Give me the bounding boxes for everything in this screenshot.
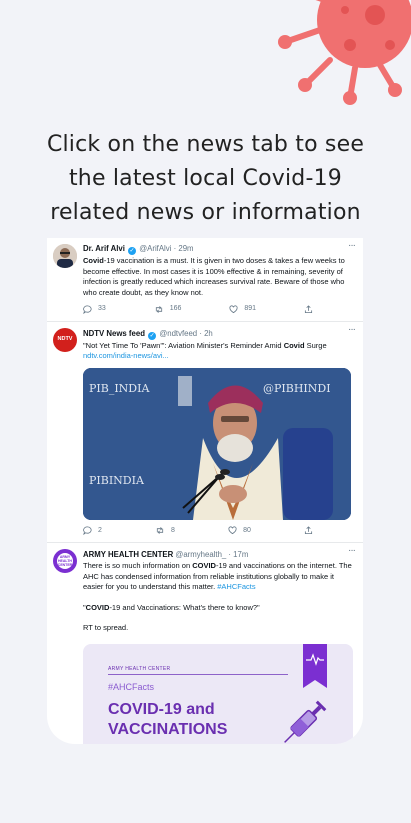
tweet-photo[interactable]: PIB_INDIA @PIBHINDI PIBINDIA [83, 367, 351, 520]
share-button[interactable] [304, 526, 313, 535]
tweet-text: There is so much information on COVID-19… [83, 561, 355, 593]
tweet-time: · 17m [228, 550, 249, 559]
headline-line-1: Click on the news tab to see [46, 132, 365, 157]
keyword: COVID [85, 602, 110, 612]
tweet-text-pre: There is so much information on [83, 561, 193, 570]
tweet-text: "Not Yet Time To 'Pawn'": Aviation Minis… [83, 341, 355, 352]
tweet-time: · 2h [199, 328, 213, 338]
tweet-time: · 29m [173, 244, 194, 253]
photo-watermark-left: PIB_INDIA [89, 381, 150, 395]
tweet-text-post: Surge [304, 340, 327, 350]
keyword: Covid [83, 256, 104, 265]
author-handle[interactable]: @armyhealth_ [175, 550, 226, 559]
like-count: 80 [243, 526, 251, 534]
tweet-actions: 33 166 891 [83, 304, 313, 315]
author-name[interactable]: NDTV News feed [83, 329, 145, 338]
verified-icon: ✓ [148, 331, 157, 340]
like-button[interactable]: 80 [228, 526, 251, 537]
keyword: Covid [283, 340, 305, 350]
card-title-line-2: VACCINATIONS [108, 720, 228, 738]
quote-rest: -19 and Vaccinations: What's there to kn… [109, 602, 260, 612]
author-name[interactable]: Dr. Arif Alvi [83, 244, 125, 253]
ahc-facts-card[interactable]: ARMY HEALTH CENTER #AHCFacts COVID-19 an… [83, 643, 353, 744]
card-divider [108, 673, 288, 675]
tweet-actions: 2 8 80 [83, 526, 313, 537]
author-handle[interactable]: @ArifAlvi [139, 244, 171, 253]
share-button[interactable] [304, 305, 313, 314]
tweet-arif-alvi[interactable]: Dr. Arif Alvi ✓ @ArifAlvi · 29m ··· Covi… [47, 238, 363, 322]
reply-count: 2 [98, 526, 102, 534]
tweet-header: NDTV News feed ✓ @ndtvfeed · 2h [83, 328, 355, 340]
share-icon [304, 526, 313, 535]
keyword: COVID [192, 561, 216, 570]
heart-icon [229, 305, 238, 313]
headline: Click on the news tab to see the latest … [20, 128, 391, 230]
headline-line-2: the latest local Covid-19 [68, 166, 343, 191]
heartbeat-flag-icon [303, 643, 327, 688]
avatar[interactable] [53, 244, 77, 268]
author-handle[interactable]: @ndtvfeed [159, 329, 197, 338]
reply-icon [83, 526, 92, 536]
avatar[interactable]: ARMY HEALTH CENTER [53, 549, 77, 573]
reply-button[interactable]: 2 [83, 526, 102, 537]
tweet-text: Covid-19 vaccination is a must. It is gi… [83, 256, 355, 298]
heart-icon [228, 526, 237, 535]
tweet-text-rest: -19 vaccination is a must. It is given i… [83, 256, 345, 297]
photo-watermark-right: @PIBHINDI [263, 381, 331, 395]
like-button[interactable]: 891 [229, 304, 256, 315]
tweet-quote: "COVID-19 and Vaccinations: What's there… [83, 603, 355, 614]
retweet-button[interactable]: 8 [155, 526, 175, 537]
retweet-icon [156, 527, 164, 535]
ndtv-logo-text: NDTV [57, 336, 73, 343]
card-hashtag: #AHCFacts [108, 681, 155, 692]
like-count: 891 [244, 305, 257, 312]
card-title: COVID-19 and VACCINATIONS [108, 700, 227, 740]
tweet-army-health-center[interactable]: ARMY HEALTH CENTER ARMY HEALTH CENTER @a… [47, 543, 363, 744]
card-org: ARMY HEALTH CENTER [108, 665, 171, 672]
more-icon[interactable]: ··· [348, 240, 356, 252]
tweet-header: ARMY HEALTH CENTER @armyhealth_ · 17m [83, 549, 355, 560]
syringe-icon [284, 700, 327, 743]
author-name[interactable]: ARMY HEALTH CENTER [83, 550, 173, 559]
verified-icon: ✓ [128, 247, 137, 255]
rt-line: RT to spread. [83, 623, 129, 632]
hashtag-link[interactable]: #AHCFacts [217, 582, 255, 591]
retweet-icon [155, 305, 162, 313]
retweet-count: 8 [171, 526, 175, 534]
photo-watermark-bottom: PIBINDIA [89, 473, 144, 487]
tweet-ndtv[interactable]: NDTV NDTV News feed ✓ @ndtvfeed · 2h ···… [47, 322, 363, 543]
more-icon[interactable]: ··· [348, 324, 356, 336]
more-icon[interactable]: ··· [348, 545, 356, 557]
card-title-line-1: COVID-19 and [108, 700, 215, 718]
virus-illustration [278, 0, 411, 105]
reply-icon [83, 305, 92, 314]
reply-count: 33 [98, 305, 106, 312]
avatar[interactable]: NDTV [53, 327, 77, 352]
tweet-text-pre: "Not Yet Time To 'Pawn'": Aviation Minis… [83, 340, 284, 350]
ahc-logo-text: ARMY HEALTH CENTER [57, 555, 73, 567]
headline-line-3: related news or information [50, 200, 361, 225]
tweet-header: Dr. Arif Alvi ✓ @ArifAlvi · 29m [83, 243, 355, 255]
phone-screen: Dr. Arif Alvi ✓ @ArifAlvi · 29m ··· Covi… [47, 238, 363, 744]
share-icon [304, 305, 313, 313]
article-link[interactable]: ndtv.com/india-news/avi... [83, 351, 355, 362]
retweet-count: 166 [169, 305, 182, 312]
retweet-button[interactable]: 166 [154, 304, 182, 315]
reply-button[interactable]: 33 [83, 304, 106, 315]
